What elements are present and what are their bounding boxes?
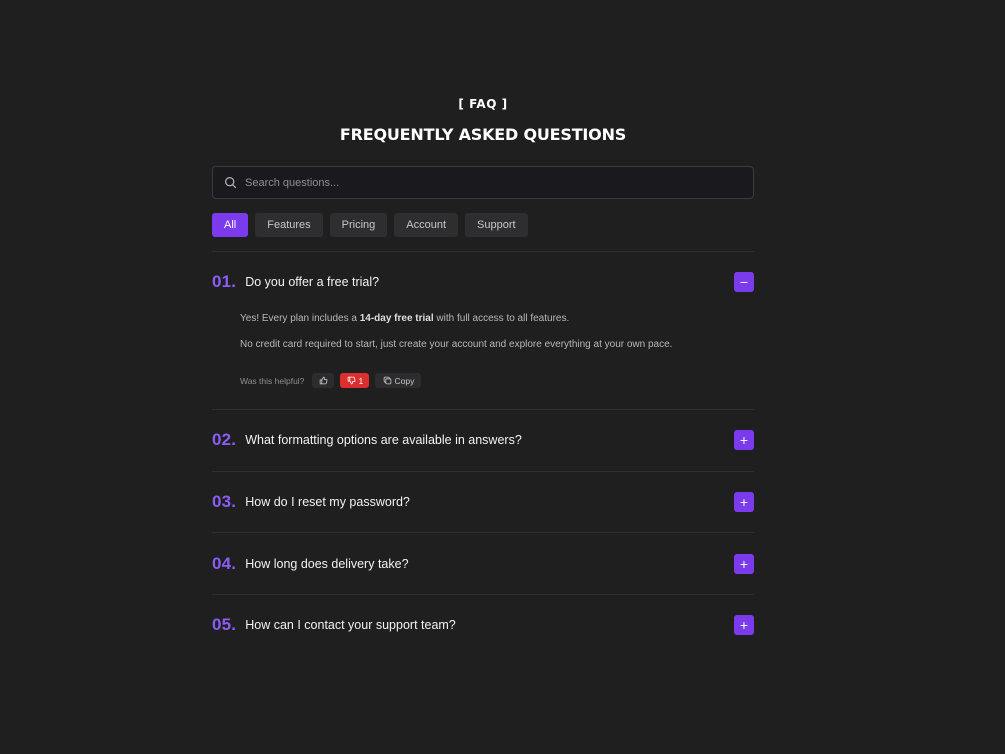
feedback-bar: Was this helpful? 1 Copy bbox=[240, 373, 422, 388]
faq-question: How do I reset my password? bbox=[245, 495, 410, 509]
search-input[interactable] bbox=[245, 176, 753, 189]
copy-button[interactable]: Copy bbox=[375, 373, 422, 388]
faq-question: How long does delivery take? bbox=[245, 557, 409, 571]
faq-question: Do you offer a free trial? bbox=[245, 275, 380, 289]
tab-support[interactable]: Support bbox=[465, 213, 528, 237]
expand-button[interactable]: + bbox=[734, 430, 754, 450]
divider bbox=[212, 471, 754, 472]
faq-number: 02. bbox=[212, 430, 237, 449]
expand-button[interactable]: + bbox=[734, 492, 754, 512]
helpful-button[interactable] bbox=[312, 373, 335, 388]
faq-item-header[interactable]: 01. Do you offer a free trial? − bbox=[212, 271, 754, 293]
expand-button[interactable]: + bbox=[734, 554, 754, 574]
faq-answer-paragraph: No credit card required to start, just c… bbox=[240, 339, 673, 350]
answer-text: Yes! Every plan includes a bbox=[240, 313, 360, 324]
faq-question: How can I contact your support team? bbox=[245, 618, 456, 632]
faq-question: What formatting options are available in… bbox=[245, 433, 522, 447]
answer-highlight: 14-day free trial bbox=[359, 313, 434, 324]
copy-icon bbox=[383, 376, 391, 385]
not-helpful-button[interactable]: 1 bbox=[340, 373, 370, 388]
page-title: FREQUENTLY ASKED QUESTIONS bbox=[339, 125, 627, 144]
category-tabs: All Features Pricing Account Support bbox=[212, 213, 528, 237]
divider bbox=[212, 251, 754, 252]
faq-item-header[interactable]: 04. How long does delivery take? + bbox=[212, 553, 754, 575]
copy-label: Copy bbox=[394, 375, 415, 386]
divider bbox=[212, 532, 754, 533]
tab-features[interactable]: Features bbox=[255, 213, 323, 237]
feedback-label: Was this helpful? bbox=[240, 375, 305, 386]
search-icon bbox=[224, 176, 237, 189]
collapse-button[interactable]: − bbox=[734, 272, 754, 292]
tab-all[interactable]: All bbox=[212, 213, 249, 237]
expand-button[interactable]: + bbox=[734, 615, 754, 635]
search-box[interactable] bbox=[212, 166, 754, 199]
answer-text: with full access to all features. bbox=[433, 313, 570, 324]
tab-account[interactable]: Account bbox=[394, 213, 459, 237]
faq-answer-paragraph: Yes! Every plan includes a 14-day free t… bbox=[240, 313, 740, 324]
faq-number: 04. bbox=[212, 554, 237, 573]
dislike-count: 1 bbox=[358, 375, 364, 386]
faq-item-header[interactable]: 05. How can I contact your support team?… bbox=[212, 614, 754, 636]
thumbs-up-icon bbox=[319, 376, 328, 385]
divider bbox=[212, 409, 754, 410]
faq-number: 01. bbox=[212, 272, 237, 291]
tab-pricing[interactable]: Pricing bbox=[329, 213, 388, 237]
thumbs-down-icon bbox=[347, 376, 355, 385]
faq-item-header[interactable]: 03. How do I reset my password? + bbox=[212, 491, 754, 513]
faq-number: 03. bbox=[212, 492, 237, 511]
faq-number: 05. bbox=[212, 615, 237, 634]
faq-item-header[interactable]: 02. What formatting options are availabl… bbox=[212, 429, 754, 451]
divider bbox=[212, 594, 754, 595]
section-eyebrow: [ FAQ ] bbox=[458, 97, 508, 111]
